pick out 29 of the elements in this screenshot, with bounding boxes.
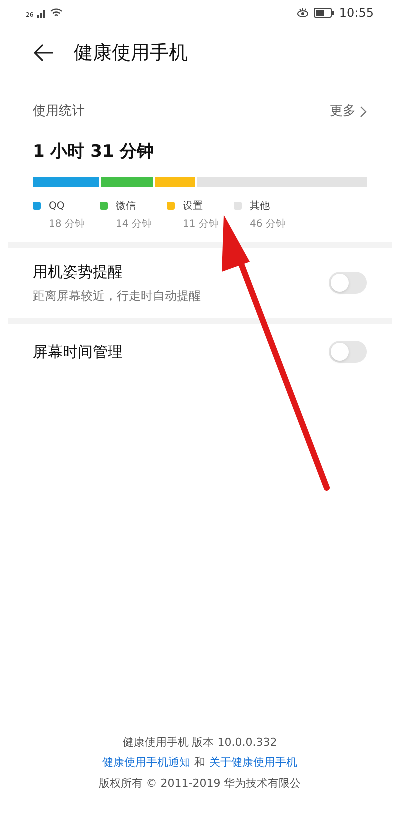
page-title: 健康使用手机 (74, 40, 188, 66)
copyright-text: 版权所有 © 2011-2019 华为技术有限公 (98, 776, 302, 792)
battery-icon (314, 8, 334, 18)
total-usage-time: 1 小时 31 分钟 (33, 140, 156, 164)
app-name: 其他 (250, 200, 271, 214)
about-link[interactable]: 关于健康使用手机 (210, 755, 298, 772)
wifi-icon (50, 8, 63, 18)
setting-title: 用机姿势提醒 (33, 262, 124, 283)
chevron-icon (360, 106, 367, 118)
app-name: 微信 (116, 200, 137, 214)
version-text: 健康使用手机 版本 10.0.0.332 (122, 734, 278, 750)
app-name: 设置 (183, 200, 204, 214)
app-time: 46 分钟 (250, 218, 286, 232)
toggle-switch[interactable] (329, 341, 367, 363)
back-icon[interactable] (34, 44, 54, 62)
setting-description: 距离屏幕较近，行走时自动提醒 (33, 288, 201, 306)
app-time: 18 分钟 (49, 218, 85, 232)
notice-link[interactable]: 健康使用手机通知 (102, 755, 190, 772)
more-link[interactable]: 更多 (330, 102, 367, 122)
app-time: 14 分钟 (116, 218, 152, 232)
app-time: 11 分钟 (183, 218, 219, 232)
conjunction-text: 和 (194, 755, 206, 771)
toggle-switch[interactable] (329, 272, 367, 294)
clock-time: 10:55 (339, 5, 374, 22)
section-title: 使用统计 (33, 103, 85, 121)
app-name: QQ (49, 200, 66, 214)
eye-icon (297, 8, 310, 18)
signal-icon (36, 8, 47, 18)
setting-title: 屏幕时间管理 (33, 342, 123, 363)
